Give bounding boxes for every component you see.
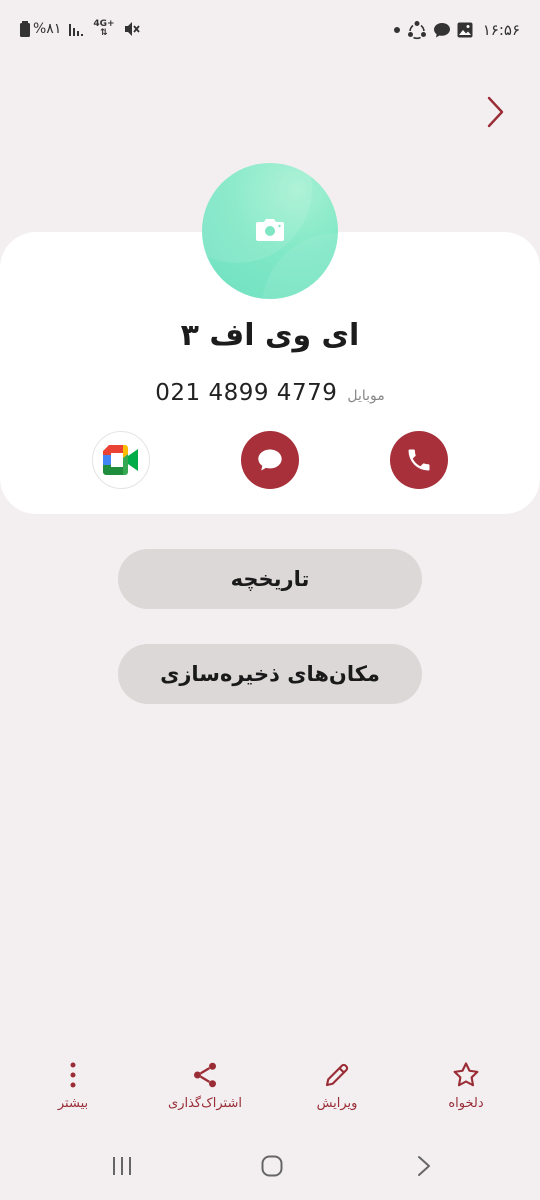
message-button[interactable] — [241, 431, 299, 489]
back-icon — [418, 1156, 430, 1176]
bottom-action-bar: دلخواه ویرایش اشتراک‌گذاری بیشتر — [0, 1060, 540, 1120]
network-arrows: ⇅ — [100, 28, 108, 38]
home-button[interactable] — [260, 1154, 284, 1182]
share-button[interactable]: اشتراک‌گذاری — [145, 1060, 265, 1111]
mute-indicator — [123, 21, 141, 37]
share-label: اشتراک‌گذاری — [168, 1096, 242, 1111]
camera-icon — [256, 219, 284, 241]
contact-name: ای وی اف ۳ — [180, 318, 360, 353]
history-button[interactable]: تاریخچه — [118, 549, 422, 609]
phone-number: 021 4899 4779 — [155, 380, 338, 406]
mute-icon — [124, 22, 140, 36]
call-button[interactable] — [390, 431, 448, 489]
home-icon — [261, 1155, 283, 1177]
network-type: 4G+ ⇅ — [93, 20, 114, 38]
recents-icon — [113, 1157, 131, 1175]
recents-button[interactable] — [110, 1154, 134, 1182]
battery-indicator: %۸۱ — [20, 21, 61, 37]
battery-icon — [20, 21, 30, 37]
edit-label: ویرایش — [316, 1096, 358, 1111]
phone-icon — [408, 449, 430, 471]
image-icon — [457, 22, 473, 38]
favorite-label: دلخواه — [448, 1096, 484, 1111]
share-network-icon — [407, 21, 426, 40]
storage-locations-button[interactable]: مکان‌های ذخیره‌سازی — [118, 644, 422, 704]
video-call-button[interactable] — [92, 431, 150, 489]
edit-button[interactable]: ویرایش — [277, 1060, 397, 1111]
status-right: ۱۶:۵۶ — [393, 20, 520, 40]
more-button[interactable]: بیشتر — [13, 1060, 133, 1111]
share-icon — [194, 1062, 216, 1088]
signal-icon — [69, 24, 84, 36]
dot-icon — [393, 27, 400, 33]
battery-percent: %۸۱ — [33, 21, 62, 37]
phone-type: موبایل — [347, 388, 385, 404]
system-back-button[interactable] — [412, 1154, 436, 1182]
favorite-button[interactable]: دلخواه — [406, 1060, 526, 1111]
back-button[interactable] — [482, 92, 508, 132]
phone-row[interactable]: 021 4899 4779 موبایل — [0, 380, 540, 406]
system-navigation-bar — [0, 1140, 540, 1196]
google-meet-icon — [103, 445, 138, 475]
pencil-icon — [325, 1063, 349, 1087]
back-chevron-icon — [487, 96, 504, 128]
status-left: %۸۱ 4G+ ⇅ — [20, 20, 141, 38]
more-label: بیشتر — [57, 1096, 89, 1111]
chat-bubble-icon — [433, 23, 450, 38]
message-icon — [258, 449, 282, 471]
status-bar: %۸۱ 4G+ ⇅ ۱۶:۵۶ — [0, 0, 540, 60]
avatar[interactable] — [202, 163, 338, 299]
signal-indicator — [69, 22, 85, 36]
star-icon — [453, 1062, 479, 1087]
more-vert-icon — [70, 1062, 76, 1088]
clock: ۱۶:۵۶ — [482, 21, 520, 39]
